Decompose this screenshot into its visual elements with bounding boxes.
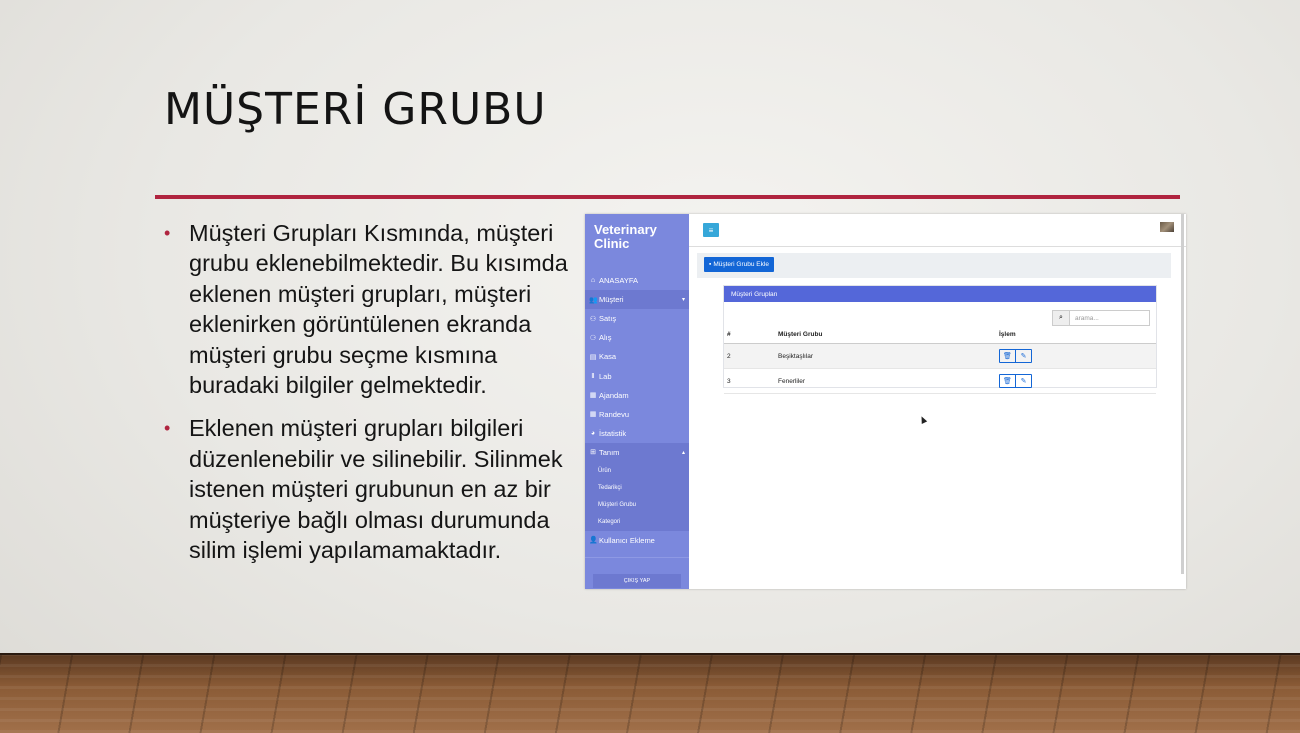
avatar[interactable] — [1160, 222, 1174, 232]
row-actions: 🗑 ✎ — [998, 368, 1156, 394]
sidebar-subitem-musteri-grubu[interactable]: Müşteri Grubu — [585, 496, 689, 514]
sidebar-item-randevu[interactable]: ▦ Randevu — [585, 405, 689, 424]
sidebar-nav: ⌂ ANASAYFA 👥 Müşteri ▾ ⚇ Satış ⚆ Alış ▤ Kasa Ⅱ… — [585, 271, 689, 550]
customer-groups-card: Müşteri Grupları ⌕ arama... # Müşteri Gr… — [723, 285, 1157, 394]
sidebar-item-kasa[interactable]: ▤ Kasa — [585, 347, 689, 366]
menu-icon: ≡ — [708, 225, 714, 235]
card-title: Müşteri Grupları — [724, 286, 1156, 302]
toolbar: ▪ Müşteri Grubu Ekle — [697, 253, 1171, 278]
calendar-check-icon: ▦ — [589, 411, 597, 419]
cart-icon: ⚆ — [589, 334, 597, 342]
slide-title: MÜŞTERİ GRUBU — [164, 84, 547, 135]
sidebar-item-anasayfa[interactable]: ⌂ ANASAYFA — [585, 271, 689, 290]
chart-pie-icon: ◕ — [590, 429, 596, 437]
home-icon: ⌂ — [590, 277, 596, 285]
edit-icon[interactable]: ✎ — [1015, 350, 1031, 362]
mouse-cursor-icon — [918, 415, 928, 424]
trash-icon[interactable]: 🗑 — [1000, 350, 1015, 362]
save-icon: ▪ — [709, 261, 712, 268]
sidebar-subitem-tedarikci[interactable]: Tedarikçi — [585, 479, 689, 497]
title-rule — [155, 195, 1180, 199]
column-header-group: Müşteri Grubu — [777, 326, 998, 344]
row-actions: 🗑 ✎ — [998, 343, 1156, 369]
customer-groups-table: # Müşteri Grubu İşlem 2 Beşiktaşlılar 🗑 ✎… — [724, 326, 1156, 394]
sidebar-divider — [585, 557, 689, 558]
menu-toggle-button[interactable]: ≡ — [703, 223, 719, 237]
chevron-down-icon: ▾ — [681, 297, 685, 304]
sidebar-item-musteri[interactable]: 👥 Müşteri ▾ — [585, 290, 689, 310]
table-row: 2 Beşiktaşlılar 🗑 ✎ — [724, 343, 1156, 369]
sidebar-item-lab[interactable]: Ⅱ Lab — [585, 366, 689, 385]
handshake-icon: ⚇ — [589, 315, 597, 323]
sidebar-item-alis[interactable]: ⚆ Alış — [585, 328, 689, 347]
user-plus-icon: 👤 — [589, 537, 598, 545]
plus-square-icon: ⊞ — [590, 449, 596, 457]
search-input[interactable]: arama... — [1070, 311, 1149, 325]
calendar-icon: ▦ — [589, 392, 597, 400]
users-icon: 👥 — [589, 296, 598, 304]
app-screenshot: Veterinary Clinic ⌂ ANASAYFA 👥 Müşteri ▾ ⚇ S… — [585, 214, 1186, 589]
logout-button[interactable]: ÇIKIŞ YAP — [593, 574, 681, 588]
trash-icon[interactable]: 🗑 — [1000, 375, 1015, 387]
wood-floor — [0, 653, 1300, 733]
sidebar-subitem-kategori[interactable]: Kategori — [585, 513, 689, 531]
row-id: 3 — [724, 368, 777, 394]
edit-icon[interactable]: ✎ — [1015, 375, 1031, 387]
scrollbar[interactable] — [1181, 214, 1184, 574]
row-group-name: Beşiktaşlılar — [777, 343, 998, 369]
column-header-action: İşlem — [998, 326, 1156, 344]
brand-title: Veterinary Clinic — [594, 222, 657, 251]
bullet-2: Eklenen müşteri grupları bilgileri düzen… — [164, 413, 584, 565]
search-icon[interactable]: ⌕ — [1053, 311, 1070, 325]
bullet-list: Müşteri Grupları Kısmında, müşteri grubu… — [164, 218, 584, 578]
sidebar-item-istatistik[interactable]: ◕ İstatistik — [585, 424, 689, 443]
add-customer-group-button[interactable]: ▪ Müşteri Grubu Ekle — [704, 257, 774, 272]
row-id: 2 — [724, 343, 777, 369]
sidebar-item-ajandam[interactable]: ▦ Ajandam — [585, 386, 689, 405]
row-group-name: Fenerliler — [777, 368, 998, 394]
column-header-id: # — [724, 326, 777, 344]
table-header: # Müşteri Grubu İşlem — [724, 326, 1156, 344]
sidebar-item-tanim[interactable]: ⊞ Tanım ▴ — [585, 442, 689, 462]
flask-icon: Ⅱ — [591, 373, 595, 381]
chevron-up-icon: ▴ — [681, 449, 685, 456]
search-box: ⌕ arama... — [1052, 310, 1150, 326]
sidebar-item-kullanici-ekleme[interactable]: 👤 Kullanıcı Ekleme — [585, 531, 689, 550]
cash-register-icon: ▤ — [589, 353, 597, 361]
bullet-1: Müşteri Grupları Kısmında, müşteri grubu… — [164, 218, 584, 400]
top-bar: ≡ — [689, 214, 1186, 247]
sidebar-subitem-urun[interactable]: Ürün — [585, 461, 689, 480]
sidebar: Veterinary Clinic ⌂ ANASAYFA 👥 Müşteri ▾ ⚇ S… — [585, 214, 689, 589]
table-row: 3 Fenerliler 🗑 ✎ — [724, 368, 1156, 394]
sidebar-item-satis[interactable]: ⚇ Satış — [585, 309, 689, 328]
